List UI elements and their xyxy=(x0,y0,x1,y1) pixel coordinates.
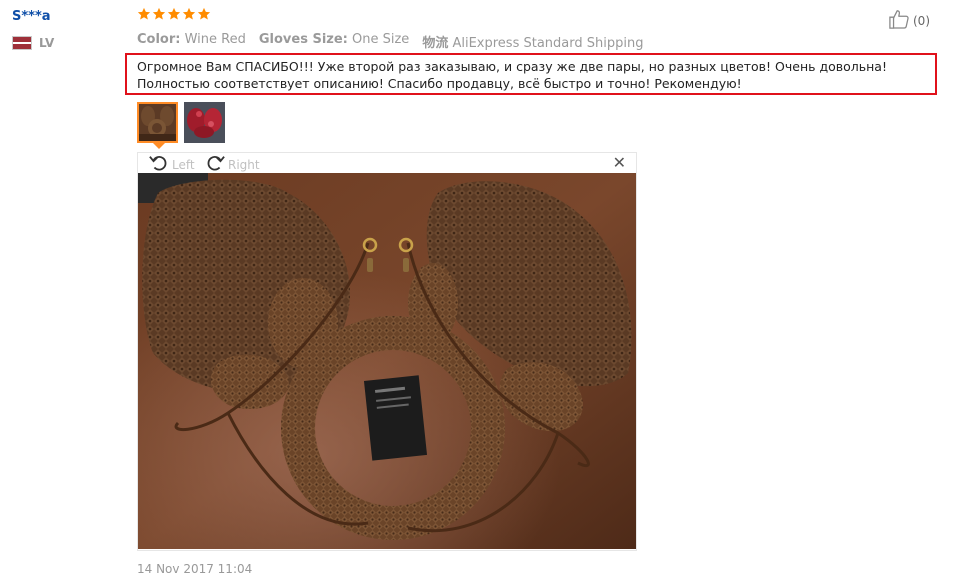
rotate-left-label: Left xyxy=(172,157,195,172)
latvia-flag-icon xyxy=(12,36,32,50)
image-viewer: Left Right ✕ xyxy=(137,152,637,551)
thumbs-up-icon xyxy=(888,9,910,32)
close-icon: ✕ xyxy=(612,153,626,172)
helpful-count: (0) xyxy=(913,13,930,28)
attribute-value: AliExpress Standard Shipping xyxy=(452,36,644,51)
review-thumbnail-1[interactable] xyxy=(137,102,178,149)
attribute-value: One Size xyxy=(352,32,410,47)
order-attributes: Color: Wine Red Gloves Size: One Size 物流… xyxy=(137,32,643,51)
star-icon xyxy=(182,7,196,21)
attribute-color: Color: Wine Red xyxy=(137,32,246,51)
star-rating xyxy=(137,7,211,21)
attribute-key: 物流 xyxy=(422,36,449,51)
review-thumbnails xyxy=(137,102,225,149)
reviewer-name[interactable]: S***a xyxy=(12,9,51,24)
attribute-value: Wine Red xyxy=(184,32,246,47)
reviewer-country: LV xyxy=(12,36,54,50)
star-icon xyxy=(152,7,166,21)
attribute-key: Color: xyxy=(137,32,181,47)
country-code: LV xyxy=(39,36,55,50)
review-text: Огромное Вам СПАСИБО!!! Уже второй раз з… xyxy=(125,53,937,95)
attribute-shipping: 物流 AliExpress Standard Shipping xyxy=(422,32,643,51)
review-photo xyxy=(138,173,636,549)
review-thumbnail-2[interactable] xyxy=(184,102,225,143)
rotate-right-label: Right xyxy=(228,157,260,172)
review-date: 14 Nov 2017 11:04 xyxy=(137,562,253,576)
attribute-key: Gloves Size: xyxy=(258,32,348,47)
viewer-toolbar: Left Right ✕ xyxy=(138,153,636,173)
close-viewer-button[interactable]: ✕ xyxy=(613,155,626,171)
star-icon xyxy=(197,7,211,21)
review-item: S***a LV (0) Color: Wine Red Gloves Size… xyxy=(0,0,953,585)
star-icon xyxy=(137,7,151,21)
helpful-button[interactable]: (0) xyxy=(888,9,930,32)
attribute-size: Gloves Size: One Size xyxy=(259,32,409,51)
star-icon xyxy=(167,7,181,21)
